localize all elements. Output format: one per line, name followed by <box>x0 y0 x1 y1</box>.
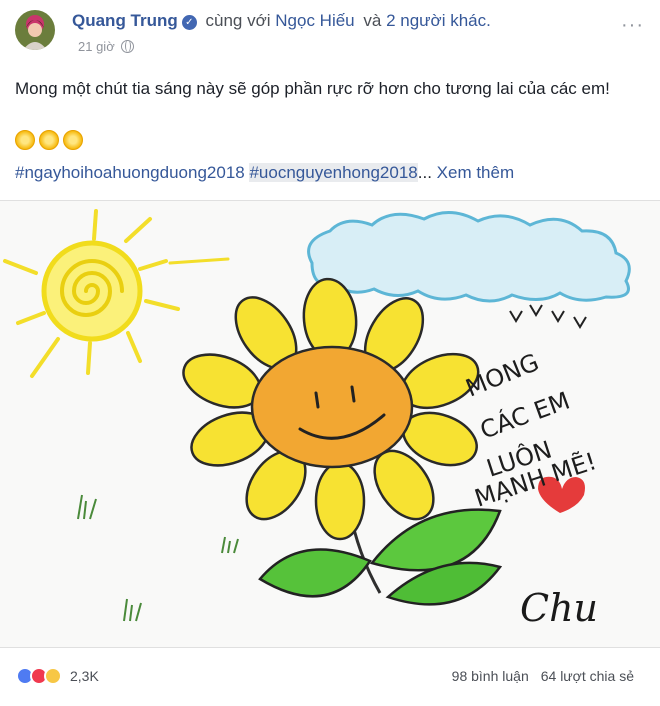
hashtag-link[interactable]: #ngayhoihoahuongduong2018 <box>15 163 245 182</box>
ellipsis: ... <box>417 163 432 182</box>
sun-emoji-icon <box>39 130 59 150</box>
public-globe-icon <box>120 40 134 53</box>
haha-reaction-icon <box>44 667 62 685</box>
post-header: Quang Trung ✓ cùng với Ngọc Hiếu và 2 ngư… <box>0 0 660 62</box>
tagged-person-link[interactable]: Ngọc Hiếu <box>275 11 354 30</box>
post-message: Mong một chút tia sáng này sẽ góp phần r… <box>15 79 610 98</box>
signature: Chu <box>520 586 598 630</box>
sun-emoji-row <box>15 130 87 155</box>
with-label: cùng với <box>205 11 271 30</box>
sun-emoji-icon <box>15 130 35 150</box>
engagement-stats: 98 bình luận 64 lượt chia sẻ <box>452 668 634 684</box>
post-photo[interactable]: MONG CÁC EM LUÔN MẠNH MẼ! Chu <box>0 200 660 648</box>
post-footer: 2,3K 98 bình luận 64 lượt chia sẻ <box>0 652 660 706</box>
comments-count-link[interactable]: 98 bình luận <box>452 668 529 684</box>
verified-badge-icon: ✓ <box>181 15 197 30</box>
shares-count-link[interactable]: 64 lượt chia sẻ <box>541 668 634 684</box>
more-options-button[interactable]: ··· <box>621 14 644 37</box>
and-label: và <box>363 11 382 30</box>
hashtag-line: #ngayhoihoahuongduong2018 #uocnguyenhong… <box>15 163 514 183</box>
reaction-summary[interactable]: 2,3K <box>16 666 99 686</box>
sun-emoji-icon <box>63 130 83 150</box>
post-meta: 21 giờ <box>78 39 134 54</box>
reaction-count[interactable]: 2,3K <box>70 668 99 684</box>
avatar[interactable] <box>15 10 55 50</box>
tagged-others-link[interactable]: 2 người khác. <box>386 11 491 30</box>
author-name[interactable]: Quang Trung <box>72 11 178 30</box>
author-line: Quang Trung ✓ cùng với Ngọc Hiếu và 2 ngư… <box>72 11 491 31</box>
sunflower-drawing: MONG CÁC EM LUÔN MẠNH MẼ! Chu <box>0 201 660 647</box>
post-time-link[interactable]: 21 giờ <box>78 39 115 54</box>
flower-face-drawing <box>250 345 414 469</box>
see-more-link[interactable]: Xem thêm <box>437 163 514 182</box>
hashtag-link[interactable]: #uocnguyenhong2018 <box>249 163 418 182</box>
